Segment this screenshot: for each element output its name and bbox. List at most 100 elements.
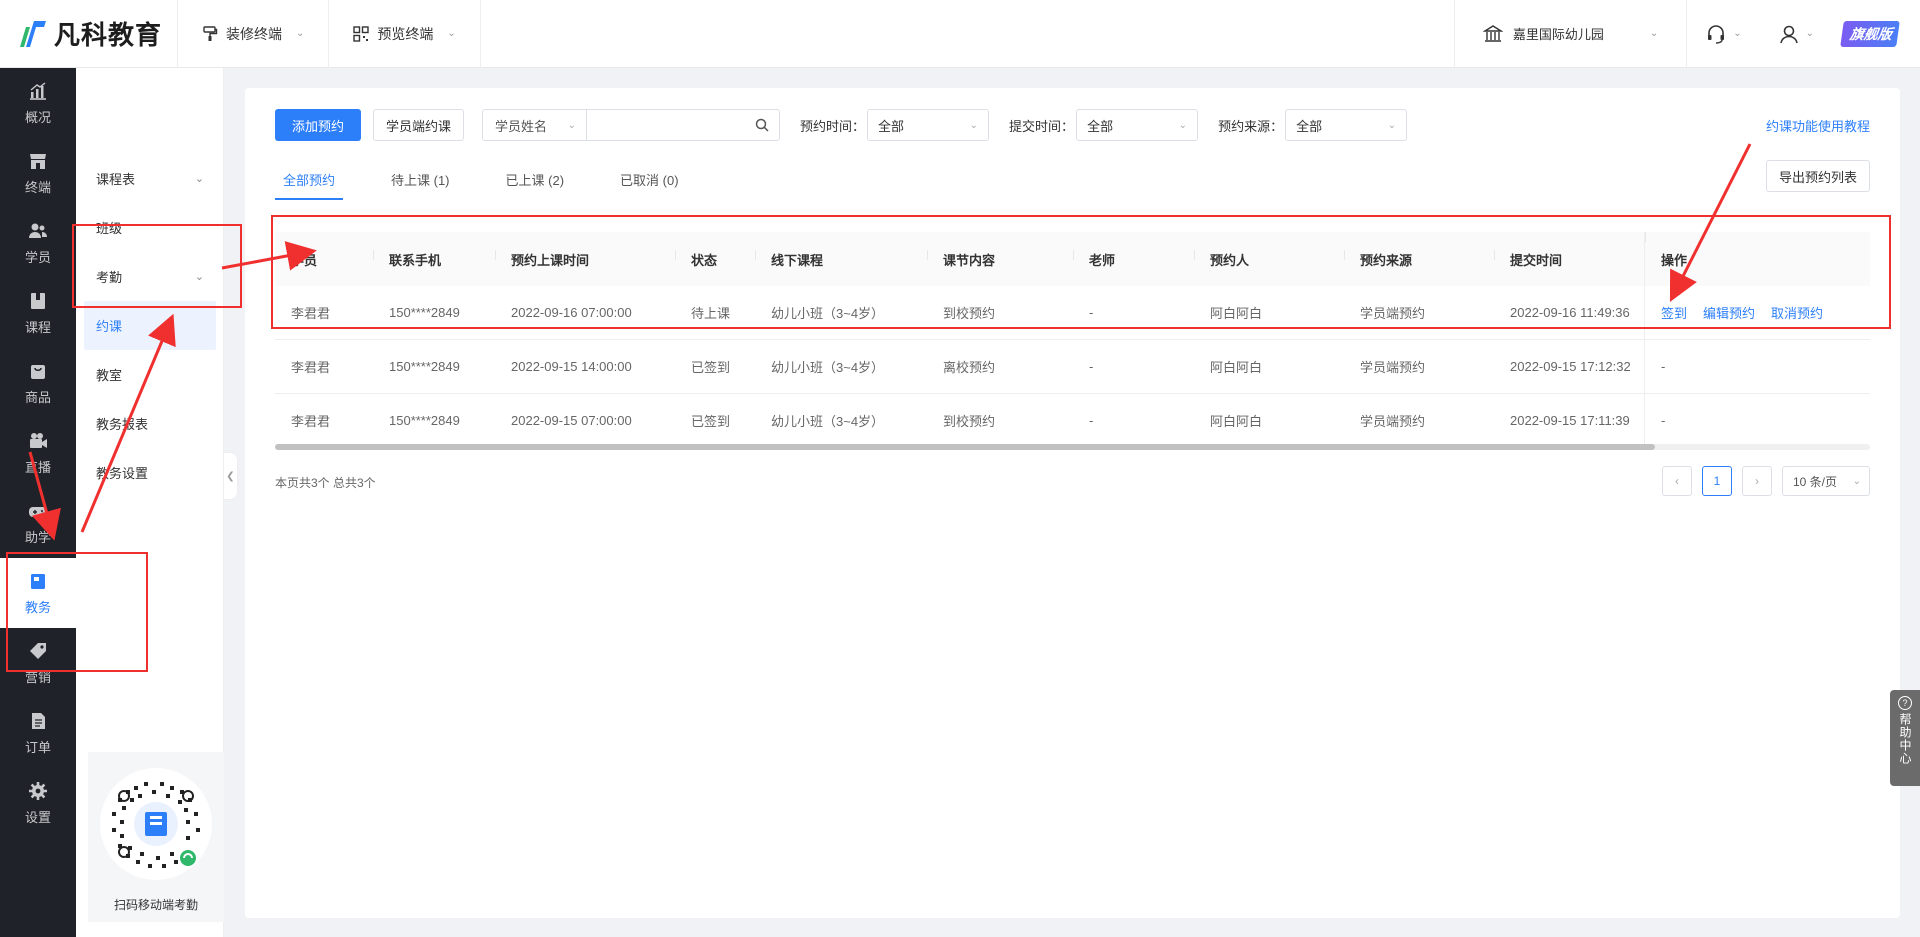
filter-booking-time-select[interactable]: 全部 ⌄	[867, 109, 990, 141]
tab-all[interactable]: 全部预约	[275, 158, 344, 200]
school-selector[interactable]: 嘉里国际幼儿园 ⌄	[1453, 0, 1688, 68]
submenu-item-academic-settings[interactable]: 教务设置	[76, 448, 224, 497]
edition-badge: 旗舰版	[1840, 20, 1900, 47]
tab-pending[interactable]: 待上课 (1)	[383, 158, 458, 200]
chevron-down-icon: ⌄	[1805, 28, 1814, 39]
column-header: 预约人	[1194, 249, 1344, 269]
submenu-item-classes[interactable]: 班级	[76, 203, 224, 252]
table-horizontal-scrollbar[interactable]	[275, 444, 1870, 450]
nav-preview-terminal[interactable]: 预览终端 ⌄	[329, 0, 481, 68]
sidebar-item-label: 直播	[24, 459, 51, 475]
submenu-item-schedule[interactable]: 课程表 ⌄	[76, 154, 224, 203]
prev-page-button[interactable]: ‹	[1662, 466, 1692, 496]
table-cell: 阿白阿白	[1210, 414, 1263, 429]
page-number-button[interactable]: 1	[1702, 466, 1732, 496]
chevron-down-icon: ⌄	[1387, 119, 1397, 131]
calendar-icon	[31, 573, 45, 589]
sidebar-item-settings[interactable]: 设置	[0, 768, 76, 838]
table-cell: 2022-09-16 07:00:00	[511, 305, 632, 320]
sidebar-item-label: 商品	[24, 389, 51, 405]
page-size-select[interactable]: 10 条/页 ⌄	[1782, 466, 1870, 496]
column-header: 提交时间	[1494, 249, 1644, 269]
nav-decorate-terminal[interactable]: 装修终端 ⌄	[178, 0, 330, 68]
sidebar-item-marketing[interactable]: 营销	[0, 628, 76, 698]
edition-label: 旗舰版	[1840, 20, 1900, 47]
booking-guide-link[interactable]: 约课功能使用教程	[1766, 116, 1870, 135]
column-header: 课节内容	[927, 249, 1073, 269]
qr-code-icon	[100, 768, 212, 880]
column-header: 状态	[675, 249, 755, 269]
submenu-item-label: 教务设置	[96, 466, 149, 481]
table-cell: 150****2849	[389, 413, 460, 428]
document-icon	[32, 712, 45, 729]
booking-tabs: 全部预约 待上课 (1) 已上课 (2) 已取消 (0)	[275, 158, 727, 200]
column-header: 老师	[1073, 249, 1194, 269]
table-cell: 学员端预约	[1360, 360, 1426, 375]
table-row: 李君君 150****2849 2022-09-16 07:00:00 待上课 …	[275, 286, 1870, 340]
scrollbar-thumb[interactable]	[275, 444, 1655, 450]
sidebar-item-label: 概况	[24, 109, 51, 125]
submenu-item-reports[interactable]: 教务报表	[76, 399, 224, 448]
table-row: 李君君 150****2849 2022-09-15 07:00:00 已签到 …	[275, 394, 1870, 448]
booking-panel: 添加预约 学员端约课 学员姓名 ⌄ 预约时间： 全部 ⌄ 提交时间： 全部 ⌄ …	[245, 88, 1900, 918]
submenu-item-label: 教室	[96, 368, 123, 383]
sidebar-item-assist[interactable]: 助学	[0, 488, 76, 558]
search-icon[interactable]	[755, 118, 769, 132]
sidebar-item-label: 助学	[24, 529, 51, 545]
check-in-link[interactable]: 签到	[1661, 303, 1687, 322]
support-menu[interactable]: ⌄	[1687, 23, 1759, 45]
cancel-booking-link[interactable]: 取消预约	[1771, 303, 1823, 322]
no-action: -	[1661, 413, 1666, 428]
tab-cancelled[interactable]: 已取消 (0)	[612, 158, 687, 200]
tag-icon	[30, 642, 46, 659]
export-bookings-button[interactable]: 导出预约列表	[1765, 160, 1870, 192]
brand-logo[interactable]: 凡科教育	[0, 0, 178, 68]
table-cell: 2022-09-15 17:12:32	[1510, 359, 1631, 374]
table-cell: 到校预约	[943, 414, 996, 429]
filter-source-select[interactable]: 全部 ⌄	[1285, 109, 1408, 141]
sidebar-item-students[interactable]: 学员	[0, 208, 76, 278]
table-cell: 李君君	[291, 360, 331, 375]
chevron-down-icon: ⌄	[1852, 475, 1861, 487]
column-header: 预约来源	[1344, 249, 1494, 269]
sidebar-item-orders[interactable]: 订单	[0, 698, 76, 768]
sidebar-item-terminal[interactable]: 终端	[0, 138, 76, 208]
page-summary: 本页共3个 总共3个	[275, 476, 376, 490]
submenu-item-attendance[interactable]: 考勤 ⌄	[76, 252, 224, 301]
student-booking-button[interactable]: 学员端约课	[373, 109, 465, 141]
next-page-button[interactable]: ›	[1742, 466, 1772, 496]
question-icon: ?	[1898, 696, 1912, 710]
submenu-item-label: 考勤	[96, 270, 123, 285]
table-cell: -	[1089, 359, 1094, 374]
table-cell: 学员端预约	[1360, 306, 1426, 321]
sidebar-item-academic[interactable]: 教务	[0, 558, 76, 628]
sidebar-item-live[interactable]: 直播	[0, 418, 76, 488]
chevron-down-icon: ⌄	[567, 119, 577, 131]
user-menu[interactable]: ⌄	[1760, 23, 1832, 45]
table-cell: 待上课	[691, 306, 731, 321]
filter-submit-time-select[interactable]: 全部 ⌄	[1076, 109, 1199, 141]
table-cell: -	[1089, 413, 1094, 428]
sidebar-item-products[interactable]: 商品	[0, 348, 76, 418]
search-input[interactable]	[586, 109, 781, 141]
pagination: ‹ 1 › 10 条/页 ⌄	[1662, 466, 1870, 496]
qrcode-icon	[353, 25, 370, 42]
school-building-icon	[1482, 24, 1503, 42]
edit-booking-link[interactable]: 编辑预约	[1703, 303, 1755, 322]
search-field-select[interactable]: 学员姓名 ⌄	[482, 109, 587, 141]
filter-bar: 添加预约 学员端约课 学员姓名 ⌄ 预约时间： 全部 ⌄ 提交时间： 全部 ⌄ …	[275, 109, 1870, 141]
sidebar-item-label: 设置	[24, 809, 51, 825]
sidebar-item-overview[interactable]: 概况	[0, 68, 76, 138]
tab-attended[interactable]: 已上课 (2)	[498, 158, 573, 200]
collapse-sidebar-button[interactable]: ❮	[224, 452, 238, 500]
submenu-item-classrooms[interactable]: 教室	[76, 350, 224, 399]
sidebar-item-courses[interactable]: 课程	[0, 278, 76, 348]
chevron-down-icon: ⌄	[1649, 28, 1659, 39]
help-center-button[interactable]: ? 帮助中心	[1890, 690, 1920, 786]
sidebar-item-label: 课程	[24, 319, 51, 335]
table-cell: 幼儿小班（3~4岁）	[771, 414, 885, 429]
submenu-item-booking[interactable]: 约课	[84, 301, 216, 350]
column-header: 线下课程	[755, 249, 927, 269]
add-booking-button[interactable]: 添加预约	[275, 109, 362, 141]
column-header: 预约上课时间	[495, 249, 675, 269]
